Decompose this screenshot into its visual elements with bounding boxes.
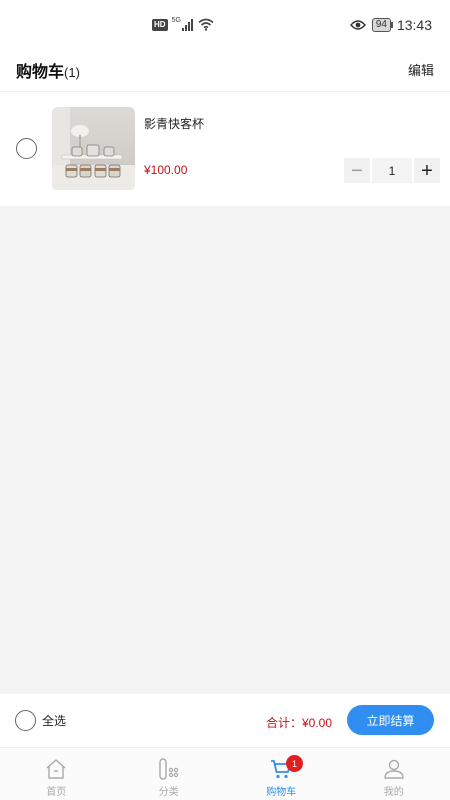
select-all-radio[interactable] — [15, 710, 36, 731]
page-header: 购物车(1) 编辑 — [0, 52, 450, 92]
cart-item: 影青快客杯 ¥100.00 − 1 + — [0, 92, 450, 206]
cart-count: (1) — [64, 65, 80, 80]
tab-profile[interactable]: 我的 — [338, 748, 450, 800]
quantity-stepper: − 1 + — [344, 158, 440, 183]
checkout-bar: 全选 合计：¥0.00 立即结算 — [0, 694, 450, 748]
page-title: 购物车(1) — [16, 58, 80, 82]
decrease-quantity-button[interactable]: − — [344, 158, 370, 183]
tab-category[interactable]: 分类 — [113, 748, 226, 800]
tab-cart-label: 购物车 — [266, 787, 297, 798]
clock: 13:43 — [396, 17, 432, 33]
bottom-tab-bar: 首页 分类 1 购物车 我的 — [0, 748, 450, 800]
edit-button[interactable]: 编辑 — [408, 60, 434, 79]
eye-icon — [349, 20, 366, 30]
wifi-icon — [198, 18, 214, 31]
tab-profile-label: 我的 — [383, 787, 404, 798]
battery-indicator: 94 — [371, 18, 394, 32]
item-select-radio[interactable] — [16, 138, 37, 159]
increase-quantity-button[interactable]: + — [414, 158, 440, 183]
signal-indicators: HD 5G — [152, 17, 214, 31]
product-image[interactable] — [52, 107, 135, 190]
product-name[interactable]: 影青快客杯 — [144, 115, 204, 132]
signal-icon — [181, 18, 193, 31]
page-title-text: 购物车 — [16, 64, 65, 81]
tab-category-label: 分类 — [158, 787, 179, 798]
category-icon — [159, 758, 178, 780]
status-bar: HD 5G 94 13:43 — [0, 0, 450, 52]
home-icon — [46, 759, 66, 779]
select-all-label[interactable]: 全选 — [42, 712, 66, 729]
hd-badge: HD — [152, 18, 168, 31]
network-label: 5G — [171, 17, 181, 24]
checkout-button[interactable]: 立即结算 — [347, 705, 434, 735]
total-amount: 合计：¥0.00 — [265, 716, 332, 730]
product-price: ¥100.00 — [144, 163, 188, 177]
select-all-control[interactable]: 全选 — [15, 710, 66, 731]
profile-icon — [384, 759, 404, 779]
quantity-value[interactable]: 1 — [372, 158, 412, 183]
cart-badge: 1 — [286, 755, 303, 772]
tab-home-label: 首页 — [46, 787, 67, 798]
tab-cart[interactable]: 1 购物车 — [225, 748, 338, 800]
tab-home[interactable]: 首页 — [0, 748, 113, 800]
status-right: 94 13:43 — [349, 17, 432, 33]
